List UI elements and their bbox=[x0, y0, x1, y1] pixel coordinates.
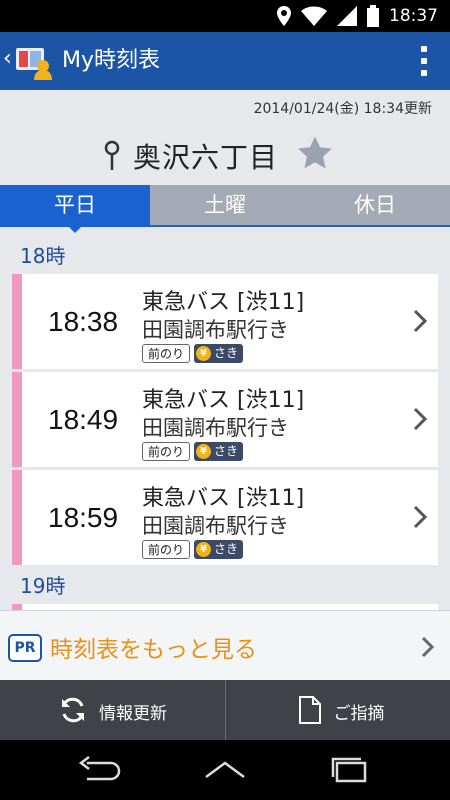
location-icon bbox=[277, 6, 291, 26]
feedback-button[interactable]: ご指摘 bbox=[224, 680, 450, 740]
departure-time: 18:38 bbox=[48, 306, 119, 337]
boarding-tag: 前のり bbox=[142, 344, 191, 363]
bus-company-route: 東急バス [渋11] bbox=[142, 388, 305, 413]
departure-time: 18:59 bbox=[48, 502, 119, 533]
departure-row[interactable]: 18:49 東急バス [渋11] 田園調布駅行き 前のり ¥ さき bbox=[12, 372, 438, 467]
status-time: 18:37 bbox=[389, 6, 438, 26]
fare-tag: ¥ さき bbox=[194, 344, 244, 363]
chevron-right-icon bbox=[421, 636, 435, 658]
route-tags: 前のり ¥ さき bbox=[142, 344, 244, 363]
status-bar: 18:37 bbox=[0, 0, 450, 32]
chevron-right-icon bbox=[413, 505, 428, 529]
more-timetable-banner[interactable]: PR 時刻表をもっと見る bbox=[0, 610, 450, 680]
departure-time: 18:49 bbox=[48, 404, 119, 435]
route-tags: 前のり ¥ さき bbox=[142, 540, 244, 559]
refresh-label: 情報更新 bbox=[99, 704, 167, 724]
departure-row[interactable]: 18:59 東急バス [渋11] 田園調布駅行き 前のり ¥ さき bbox=[12, 470, 438, 565]
recents-icon[interactable] bbox=[325, 755, 375, 785]
system-nav-bar bbox=[0, 740, 450, 800]
boarding-tag: 前のり bbox=[142, 442, 191, 461]
chevron-right-icon bbox=[413, 407, 428, 431]
fare-tag: ¥ さき bbox=[194, 442, 244, 461]
app-logo-icon[interactable] bbox=[14, 42, 54, 82]
destination: 田園調布駅行き bbox=[142, 514, 289, 538]
tab-underline bbox=[0, 225, 450, 227]
updated-timestamp: 2014/01/24(金) 18:34更新 bbox=[253, 101, 432, 117]
chevron-right-icon bbox=[413, 309, 428, 333]
departure-row[interactable]: 18:38 東急バス [渋11] 田園調布駅行き 前のり ¥ さき bbox=[12, 274, 438, 369]
tab-saturday[interactable]: 土曜 bbox=[150, 185, 300, 225]
wifi-icon bbox=[301, 6, 327, 26]
yen-icon: ¥ bbox=[196, 346, 212, 361]
feedback-label: ご指摘 bbox=[333, 704, 385, 724]
boarding-tag: 前のり bbox=[142, 540, 191, 559]
yen-icon: ¥ bbox=[196, 444, 212, 459]
refresh-icon bbox=[62, 697, 84, 723]
app-title: My時刻表 bbox=[62, 48, 161, 73]
app-bar: ‹ My時刻表 bbox=[0, 32, 450, 90]
tab-holiday[interactable]: 休日 bbox=[300, 185, 450, 225]
hour-heading: 18時 bbox=[20, 244, 66, 268]
destination: 田園調布駅行き bbox=[142, 318, 289, 342]
document-icon bbox=[298, 696, 321, 724]
day-type-tabs: 平日 土曜 休日 bbox=[0, 185, 450, 233]
refresh-button[interactable]: 情報更新 bbox=[0, 680, 225, 740]
destination: 田園調布駅行き bbox=[142, 416, 289, 440]
pr-badge: PR bbox=[8, 634, 42, 662]
battery-icon bbox=[367, 5, 379, 27]
bus-company-route: 東急バス [渋11] bbox=[142, 486, 305, 511]
bus-stop-name: 奥沢六丁目 bbox=[133, 141, 279, 174]
fare-tag: ¥ さき bbox=[194, 540, 244, 559]
tab-weekday[interactable]: 平日 bbox=[0, 185, 150, 233]
back-icon[interactable] bbox=[75, 755, 125, 785]
overflow-menu-icon[interactable] bbox=[420, 46, 428, 76]
bus-company-route: 東急バス [渋11] bbox=[142, 290, 305, 315]
hour-heading: 19時 bbox=[20, 574, 66, 598]
bus-stop-header: 奥沢六丁目 bbox=[0, 128, 450, 178]
more-timetable-link: 時刻表をもっと見る bbox=[50, 637, 257, 663]
chevron-left-icon[interactable]: ‹ bbox=[3, 48, 12, 70]
yen-icon: ¥ bbox=[196, 542, 212, 557]
signal-icon bbox=[337, 6, 357, 26]
bus-stop-pin-icon bbox=[104, 140, 120, 170]
home-icon[interactable] bbox=[200, 755, 250, 785]
route-tags: 前のり ¥ さき bbox=[142, 442, 244, 461]
star-icon[interactable] bbox=[296, 134, 334, 172]
bottom-action-bar: 情報更新 ご指摘 bbox=[0, 680, 450, 740]
